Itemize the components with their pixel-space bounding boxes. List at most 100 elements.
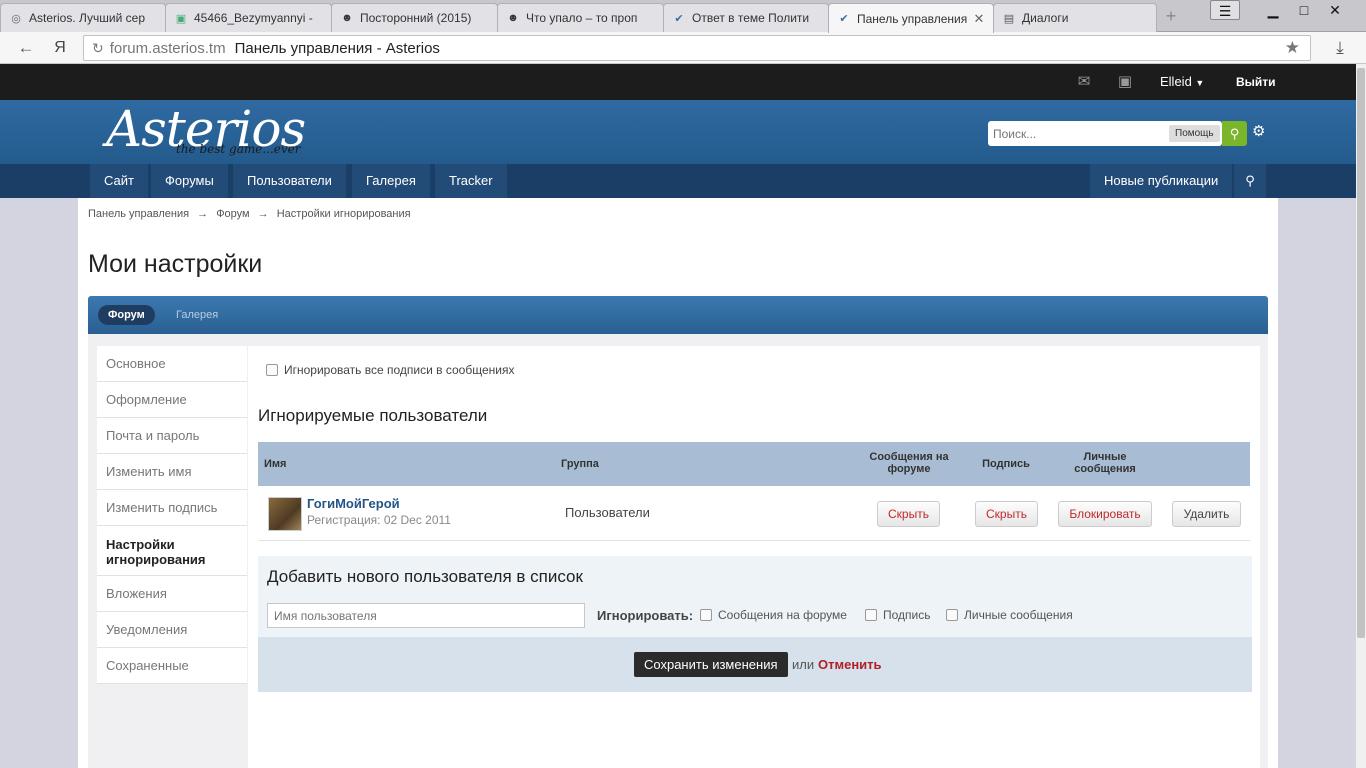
ignore-signatures-checkbox[interactable] [266, 364, 278, 376]
user-menu[interactable]: Elleid ▼ [1160, 74, 1204, 89]
username-input[interactable] [267, 603, 585, 628]
sidebar-item-saved[interactable]: Сохраненные [97, 648, 247, 684]
ignore-posts-checkbox[interactable] [700, 609, 712, 621]
save-bar: Сохранить изменения или Отменить [258, 637, 1252, 692]
ignore-posts-label: Сообщения на форуме [718, 608, 847, 622]
browser-tab[interactable]: ✔ Ответ в теме Полити [663, 3, 829, 32]
menu-icon[interactable]: ☰ [1210, 0, 1240, 20]
cancel-link[interactable]: Отменить [818, 657, 882, 672]
sidebar-item-notifications[interactable]: Уведомления [97, 612, 247, 648]
yandex-icon[interactable]: Я [49, 38, 71, 58]
settings-sidebar: Основное Оформление Почта и пароль Измен… [97, 346, 247, 684]
nav-forums[interactable]: Форумы [151, 164, 228, 198]
sidebar-item-appearance[interactable]: Оформление [97, 382, 247, 418]
sidebar-item-general[interactable]: Основное [97, 346, 247, 382]
location-pin-icon[interactable]: ⚲ [1234, 164, 1266, 198]
gear-icon[interactable]: ⚙ [1252, 122, 1265, 140]
checkmark-icon: ✔ [674, 12, 684, 25]
search-icon[interactable]: ⚲ [1222, 121, 1247, 146]
maximize-icon[interactable]: □ [1289, 0, 1319, 22]
sidebar-item-change-signature[interactable]: Изменить подпись [97, 490, 247, 526]
registration-date: Регистрация: 02 Dec 2011 [307, 513, 451, 527]
browser-tab[interactable]: ☻ Что упало – то проп [497, 3, 664, 32]
chat-icon: ▤ [1003, 12, 1015, 25]
bookmark-star-icon[interactable]: ★ [1285, 38, 1300, 58]
content-area: Панель управления → Форум → Настройки иг… [78, 198, 1278, 768]
logo-tagline: the best game...ever [176, 142, 301, 156]
browser-tab[interactable]: ▣ 45466_Bezymyannyi - [165, 3, 332, 32]
new-tab-button[interactable]: + [1160, 6, 1182, 26]
sidebar-item-attachments[interactable]: Вложения [97, 576, 247, 612]
back-icon[interactable]: ← [15, 38, 37, 58]
ignore-signature-checkbox[interactable] [865, 609, 877, 621]
table-header: Имя Группа Сообщения на форуме Подпись Л… [258, 442, 1250, 486]
nav-users[interactable]: Пользователи [233, 164, 346, 198]
username: Elleid [1160, 74, 1192, 89]
browser-tab[interactable]: ▤ Диалоги [993, 3, 1157, 32]
close-icon[interactable]: ✕ [971, 11, 987, 27]
checkmark-icon: ✔ [839, 13, 849, 25]
sidebar-item-email-password[interactable]: Почта и пароль [97, 418, 247, 454]
face-icon: ☻ [507, 12, 519, 24]
logout-link[interactable]: Выйти [1236, 75, 1276, 89]
tab-gallery[interactable]: Галерея [176, 309, 218, 321]
site-topbar: ✉ ▣ Elleid ▼ Выйти [0, 64, 1356, 100]
breadcrumb-item[interactable]: Настройки игнорирования [277, 208, 411, 220]
minimize-icon[interactable]: ▁ [1258, 0, 1288, 22]
browser-tabbar: ◎ Asterios. Лучший сер ▣ 45466_Bezymyann… [0, 0, 1366, 33]
ignore-signatures-option[interactable]: Игнорировать все подписи в сообщениях [266, 363, 514, 377]
column-header-name: Имя [264, 458, 287, 470]
ignore-signature-option[interactable]: Подпись [865, 608, 931, 622]
sidebar-item-change-name[interactable]: Изменить имя [97, 454, 247, 490]
breadcrumb-separator: → [257, 208, 269, 220]
url-page-title: Панель управления - Asterios [234, 39, 440, 57]
face-icon: ☻ [341, 12, 353, 24]
save-button[interactable]: Сохранить изменения [634, 652, 788, 677]
main-nav: Сайт Форумы Пользователи Галерея Tracker… [0, 164, 1356, 198]
window-close-icon[interactable]: ✕ [1320, 0, 1350, 22]
reload-icon[interactable]: ↻ [92, 40, 104, 57]
ignore-pm-option[interactable]: Личные сообщения [946, 608, 1073, 622]
breadcrumb: Панель управления → Форум → Настройки иг… [88, 208, 416, 220]
table-row: ГогиМойГерой Регистрация: 02 Dec 2011 По… [258, 486, 1250, 541]
avatar[interactable] [268, 497, 302, 531]
tab-label: Ответ в теме Полити [692, 11, 810, 25]
column-header-signature: Подпись [982, 458, 1030, 470]
nav-gallery[interactable]: Галерея [352, 164, 430, 198]
nav-tracker[interactable]: Tracker [435, 164, 507, 198]
remove-user-button[interactable]: Удалить [1172, 501, 1241, 527]
mail-icon[interactable]: ✉ [1074, 72, 1094, 92]
search-input[interactable] [993, 126, 1167, 141]
ignore-pm-checkbox[interactable] [946, 609, 958, 621]
ignored-users-title: Игнорируемые пользователи [258, 406, 488, 425]
scrollbar-thumb[interactable] [1357, 68, 1365, 638]
hide-posts-button[interactable]: Скрыть [877, 501, 940, 527]
image-icon: ▣ [175, 12, 187, 25]
contacts-icon[interactable]: ▣ [1115, 72, 1135, 92]
breadcrumb-separator: → [197, 208, 209, 220]
user-group: Пользователи [565, 505, 650, 520]
hide-signature-button[interactable]: Скрыть [975, 501, 1038, 527]
search-help-button[interactable]: Помощь [1169, 125, 1220, 142]
nav-new-posts[interactable]: Новые публикации [1090, 164, 1233, 198]
block-messages-button[interactable]: Блокировать [1058, 501, 1152, 527]
breadcrumb-item[interactable]: Панель управления [88, 208, 189, 220]
page-scrollbar[interactable] [1356, 64, 1366, 768]
tab-label: Asterios. Лучший сер [29, 11, 145, 25]
download-icon[interactable]: ⤓ [1329, 38, 1351, 58]
breadcrumb-item[interactable]: Форум [216, 208, 249, 220]
browser-tab[interactable]: ☻ Посторонний (2015) [331, 3, 498, 32]
nav-site[interactable]: Сайт [90, 164, 148, 198]
column-header-group: Группа [561, 458, 599, 470]
url-field[interactable]: ↻ forum.asterios.tm Панель управления - … [83, 35, 1311, 61]
ignored-username[interactable]: ГогиМойГерой [307, 496, 400, 511]
tab-label: Что упало – то проп [526, 11, 638, 25]
ignore-posts-option[interactable]: Сообщения на форуме [700, 608, 847, 622]
search-box: Помощь [988, 121, 1222, 146]
sidebar-item-ignore-settings[interactable]: Настройки игнорирования [97, 526, 247, 576]
add-user-section: Добавить нового пользователя в список Иг… [258, 556, 1252, 692]
browser-tab-active[interactable]: ✔ Панель управления ✕ [828, 3, 994, 33]
ignore-signature-label: Подпись [883, 608, 931, 622]
tab-forum[interactable]: Форум [98, 305, 155, 325]
browser-tab[interactable]: ◎ Asterios. Лучший сер [0, 3, 166, 32]
